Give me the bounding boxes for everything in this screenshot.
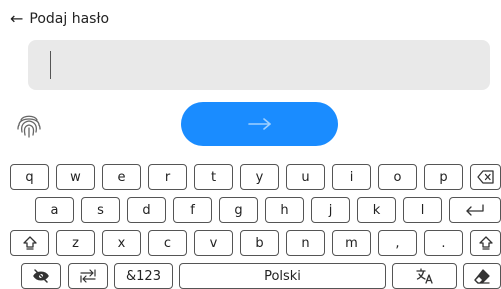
keyboard-row-4: &123 Polski	[0, 263, 501, 289]
key-d[interactable]: d	[127, 197, 166, 223]
key-r[interactable]: r	[148, 164, 187, 190]
eraser-icon	[474, 269, 490, 284]
shift-key-left[interactable]	[10, 230, 49, 256]
submit-button[interactable]	[181, 102, 338, 146]
key-x[interactable]: x	[102, 230, 141, 256]
key-p[interactable]: p	[424, 164, 463, 190]
password-input[interactable]	[28, 40, 490, 90]
shift-key-right[interactable]	[470, 230, 501, 256]
shift-icon	[478, 236, 493, 250]
key-j[interactable]: j	[311, 197, 350, 223]
key-z[interactable]: z	[56, 230, 95, 256]
key-a[interactable]: a	[35, 197, 74, 223]
space-key[interactable]: Polski	[179, 263, 386, 289]
key-l[interactable]: l	[403, 197, 442, 223]
key-g[interactable]: g	[219, 197, 258, 223]
text-caret	[50, 51, 51, 79]
key-y[interactable]: y	[240, 164, 279, 190]
backspace-icon	[476, 170, 494, 184]
key-o[interactable]: o	[378, 164, 417, 190]
on-screen-keyboard: q w e r t y u i o p a s d f g h j k l z …	[0, 160, 501, 289]
keyboard-row-2: a s d f g h j k l	[0, 197, 501, 223]
translate-icon	[415, 268, 433, 284]
tab-key[interactable]	[68, 263, 108, 289]
key-q[interactable]: q	[10, 164, 49, 190]
key-i[interactable]: i	[332, 164, 371, 190]
shift-icon	[22, 236, 37, 250]
back-arrow-icon[interactable]: ←	[10, 11, 23, 27]
keyboard-row-1: q w e r t y u i o p	[0, 164, 501, 190]
numbers-key[interactable]: &123	[114, 263, 173, 289]
header: ← Podaj hasło	[10, 8, 109, 30]
hide-keyboard-key[interactable]	[21, 263, 61, 289]
key-c[interactable]: c	[148, 230, 187, 256]
key-comma[interactable]: ,	[378, 230, 417, 256]
key-n[interactable]: n	[286, 230, 325, 256]
key-f[interactable]: f	[173, 197, 212, 223]
eye-off-icon	[33, 269, 49, 283]
key-w[interactable]: w	[56, 164, 95, 190]
page-title: Podaj hasło	[29, 11, 110, 27]
keyboard-row-3: z x c v b n m , .	[0, 230, 501, 256]
tab-icon	[80, 269, 96, 283]
key-s[interactable]: s	[81, 197, 120, 223]
arrow-right-icon	[247, 118, 271, 130]
key-period[interactable]: .	[424, 230, 463, 256]
key-k[interactable]: k	[357, 197, 396, 223]
key-e[interactable]: e	[102, 164, 141, 190]
clear-key[interactable]	[463, 263, 501, 289]
key-m[interactable]: m	[332, 230, 371, 256]
key-u[interactable]: u	[286, 164, 325, 190]
key-h[interactable]: h	[265, 197, 304, 223]
fingerprint-icon[interactable]	[14, 110, 44, 140]
key-v[interactable]: v	[194, 230, 233, 256]
key-t[interactable]: t	[194, 164, 233, 190]
language-key[interactable]	[392, 263, 457, 289]
key-b[interactable]: b	[240, 230, 279, 256]
enter-key[interactable]	[449, 197, 501, 223]
enter-icon	[466, 204, 484, 216]
backspace-key[interactable]	[470, 164, 501, 190]
